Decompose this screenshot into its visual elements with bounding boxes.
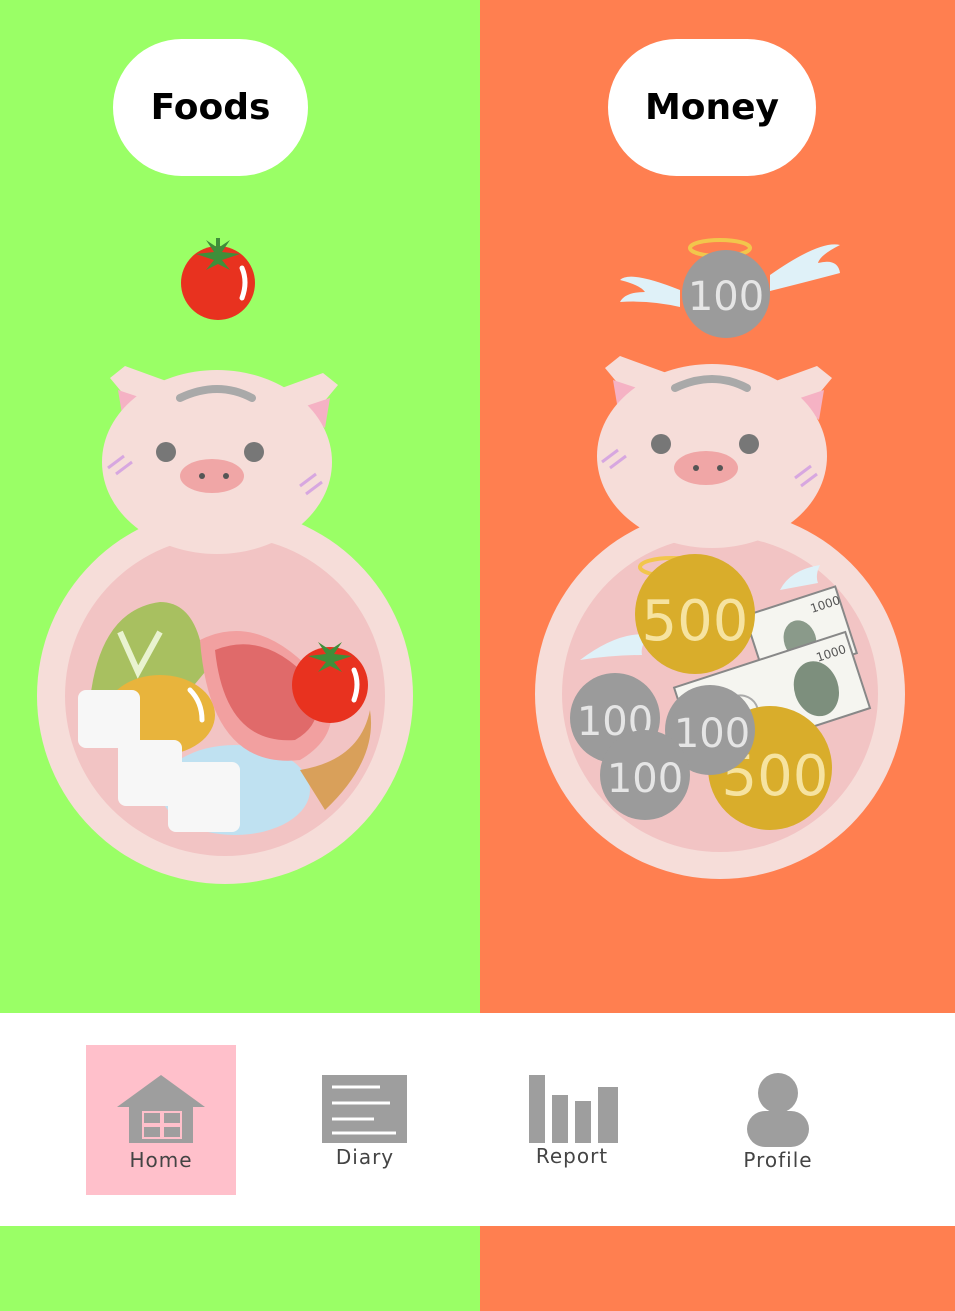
- coin-500-label: 500: [642, 589, 749, 654]
- footer-strip-right: [480, 1226, 955, 1311]
- nav-home-label: Home: [129, 1148, 193, 1172]
- nav-diary[interactable]: Diary: [290, 1045, 440, 1195]
- piggy-bank-icon: 1000 1000 500 500 100 100 100: [535, 356, 905, 879]
- home-icon: [117, 1075, 205, 1143]
- flying-coin-icon: 100: [620, 238, 840, 338]
- nav-home[interactable]: Home: [86, 1045, 236, 1195]
- coin-100-label-2: 100: [674, 711, 750, 757]
- piggy-bank-icon: [37, 366, 413, 884]
- foods-illustration: [37, 238, 413, 884]
- money-panel: Money 100 1000 1000 500 500 100 100 100: [480, 0, 955, 1013]
- bottom-nav: Home Diary Report Profile: [0, 1013, 955, 1226]
- tomato-icon: [181, 238, 255, 320]
- profile-icon: [747, 1073, 809, 1147]
- footer-strip-left: [0, 1226, 480, 1311]
- foods-panel: Foods: [0, 0, 480, 1013]
- nav-diary-label: Diary: [335, 1145, 395, 1169]
- nav-report[interactable]: Report: [497, 1045, 647, 1195]
- nav-profile-label: Profile: [743, 1148, 813, 1172]
- money-illustration: 100 1000 1000 500 500 100 100 100: [535, 238, 905, 879]
- nav-report-label: Report: [535, 1144, 609, 1168]
- nav-profile[interactable]: Profile: [703, 1045, 853, 1195]
- coin-100-label-3: 100: [607, 756, 683, 802]
- flying-coin-label: 100: [688, 274, 764, 320]
